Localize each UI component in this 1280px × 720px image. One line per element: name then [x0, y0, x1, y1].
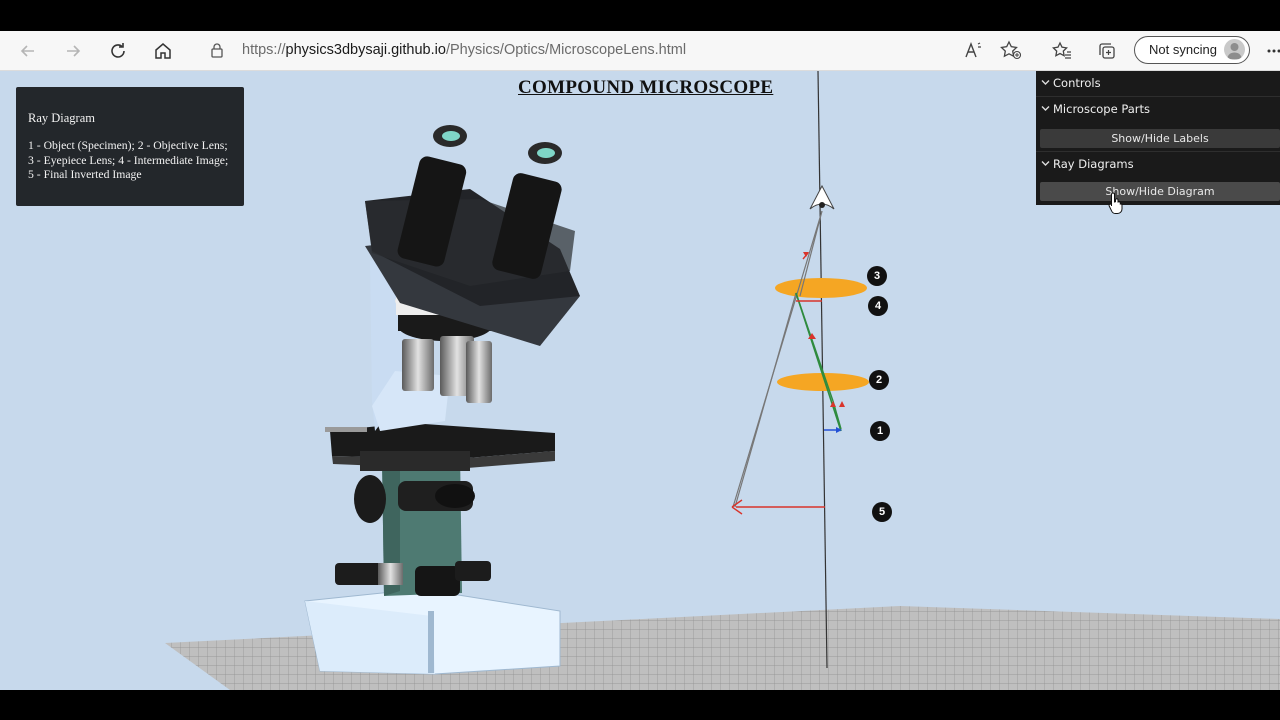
hand-cursor-icon: [1108, 192, 1123, 214]
folder-label: Microscope Parts: [1053, 102, 1151, 116]
controls-root-toggle[interactable]: Controls: [1036, 72, 1280, 94]
user-avatar-icon: [1227, 43, 1242, 59]
diagram-label-5: 5: [872, 502, 892, 522]
diagram-label-1: 1: [870, 421, 890, 441]
home-icon: [155, 43, 171, 59]
button-label: Show/Hide Diagram: [1105, 185, 1215, 198]
address-bar[interactable]: https://physics3dbysaji.github.io/Physic…: [196, 35, 1036, 65]
folder-microscope-parts[interactable]: Microscope Parts: [1036, 98, 1280, 120]
gui-divider: [1036, 151, 1280, 152]
info-panel-body: 1 - Object (Specimen); 2 - Objective Len…: [28, 139, 229, 181]
favorites-button[interactable]: [1050, 39, 1074, 63]
chevron-down-icon: [1041, 80, 1050, 85]
simulation-viewport[interactable]: COMPOUND MICROSCOPE Ray Diagram 1 - Obje…: [0, 71, 1280, 690]
folder-label: Ray Diagrams: [1053, 157, 1134, 171]
read-aloud-icon[interactable]: [964, 41, 984, 59]
lock-icon: [211, 43, 223, 58]
browser-toolbar: https://physics3dbysaji.github.io/Physic…: [0, 31, 1280, 71]
controls-root-label: Controls: [1053, 76, 1101, 90]
favorites-icon: [1052, 41, 1071, 59]
eyepiece-lens-disc: [775, 278, 867, 298]
url-text[interactable]: https://physics3dbysaji.github.io/Physic…: [242, 42, 686, 58]
forward-arrow-icon: [67, 45, 81, 57]
home-button[interactable]: [151, 39, 175, 63]
page-title: COMPOUND MICROSCOPE: [518, 77, 774, 98]
chevron-down-icon: [1041, 106, 1050, 111]
refresh-button[interactable]: [106, 39, 130, 63]
button-label: Show/Hide Labels: [1111, 132, 1209, 145]
forward-button[interactable]: [61, 39, 85, 63]
controls-panel: Controls Microscope Parts Show/Hide Labe…: [1036, 71, 1280, 205]
top-letterbox: [0, 0, 1280, 31]
show-hide-labels-button[interactable]: Show/Hide Labels: [1040, 129, 1280, 148]
gui-divider: [1036, 96, 1280, 97]
profile-sync-button[interactable]: Not syncing: [1134, 36, 1250, 64]
collections-icon: [1099, 43, 1115, 59]
sync-label: Not syncing: [1149, 42, 1217, 57]
diagram-label-3: 3: [867, 266, 887, 286]
diagram-label-2: 2: [869, 370, 889, 390]
refresh-icon: [111, 43, 125, 58]
back-button[interactable]: [16, 39, 40, 63]
chevron-down-icon: [1041, 161, 1050, 166]
add-favorite-icon[interactable]: [1000, 40, 1022, 60]
collections-button[interactable]: [1095, 39, 1119, 63]
bottom-letterbox: [0, 690, 1280, 720]
url-host: physics3dbysaji.github.io: [285, 42, 446, 58]
back-arrow-icon: [20, 45, 34, 57]
url-prefix: https://: [242, 42, 286, 58]
folder-ray-diagrams[interactable]: Ray Diagrams: [1036, 153, 1280, 175]
info-panel-title: Ray Diagram: [28, 111, 95, 125]
info-panel: Ray Diagram 1 - Object (Specimen); 2 - O…: [16, 87, 244, 206]
avatar: [1224, 39, 1245, 60]
more-menu-button[interactable]: [1262, 39, 1280, 63]
diagram-label-4: 4: [868, 296, 888, 316]
url-path: /Physics/Optics/MicroscopeLens.html: [445, 42, 687, 58]
show-hide-diagram-button[interactable]: Show/Hide Diagram: [1040, 182, 1280, 201]
more-dots-icon: [1267, 49, 1280, 53]
